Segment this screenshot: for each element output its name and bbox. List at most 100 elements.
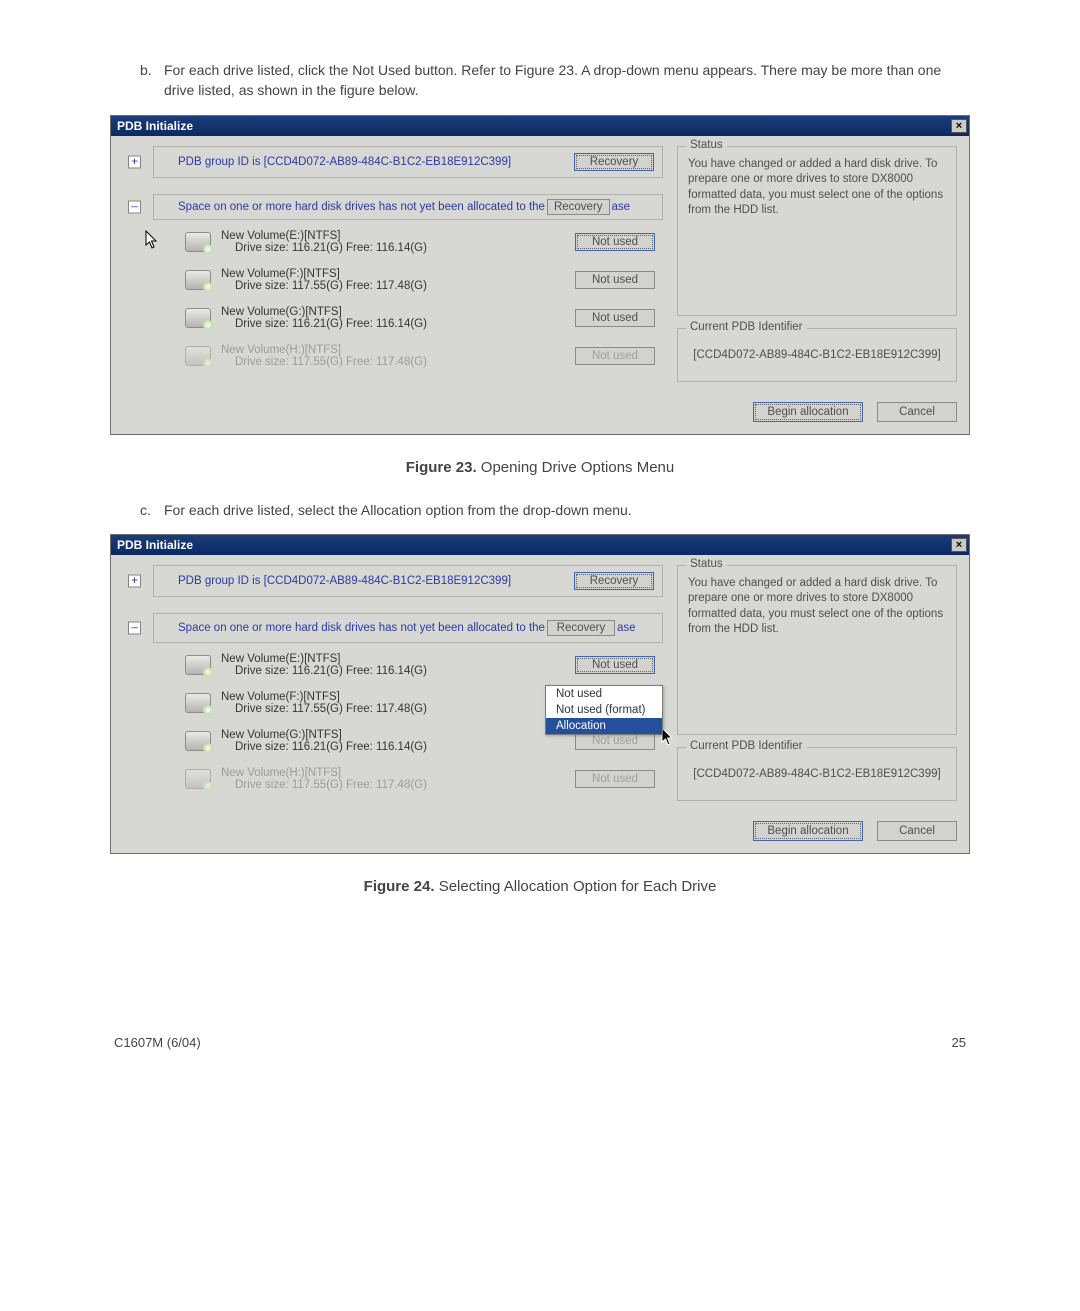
drive-sub: Drive size: 116.21(G) Free: 116.14(G) — [221, 242, 565, 254]
figure-label: Figure 24. — [364, 878, 435, 895]
close-icon[interactable]: × — [951, 538, 967, 552]
status-groupbox: Status You have changed or added a hard … — [677, 565, 957, 735]
drive-sub: Drive size: 117.55(G) Free: 117.48(G) — [221, 779, 565, 791]
pdb-initialize-window: PDB Initialize × + PDB group ID is [CCD4… — [110, 115, 970, 435]
identifier-legend: Current PDB Identifier — [686, 321, 807, 333]
drive-title: New Volume(F:)[NTFS] — [221, 268, 565, 280]
footer-right: 25 — [952, 1035, 966, 1050]
figure-text: Opening Drive Options Menu — [481, 459, 674, 476]
recovery-button-2[interactable]: Recovery — [547, 620, 615, 636]
identifier-groupbox: Current PDB Identifier [CCD4D072-AB89-48… — [677, 747, 957, 801]
cancel-button[interactable]: Cancel — [877, 402, 957, 422]
cancel-button[interactable]: Cancel — [877, 821, 957, 841]
pdb-group-row: + PDB group ID is [CCD4D072-AB89-484C-B1… — [153, 146, 663, 178]
drive-sub: Drive size: 117.55(G) Free: 117.48(G) — [221, 280, 565, 292]
not-used-button: Not used — [575, 770, 655, 788]
drive-sub: Drive size: 116.21(G) Free: 116.14(G) — [221, 318, 565, 330]
identifier-value: [CCD4D072-AB89-484C-B1C2-EB18E912C399] — [688, 768, 946, 780]
space-text: Space on one or more hard disk drives ha… — [178, 201, 545, 213]
instruction-b: b. For each drive listed, click the Not … — [110, 60, 970, 101]
drive-row: New Volume(H:)[NTFS] Drive size: 117.55(… — [181, 340, 663, 372]
space-text-suffix: ase — [612, 201, 631, 213]
space-row: – Space on one or more hard disk drives … — [153, 613, 663, 643]
pdb-group-id: PDB group ID is [CCD4D072-AB89-484C-B1C2… — [178, 575, 511, 587]
drive-icon — [185, 308, 211, 328]
not-used-button: Not used — [575, 347, 655, 365]
figure-label: Figure 23. — [406, 459, 477, 476]
drive-title: New Volume(H:)[NTFS] — [221, 344, 565, 356]
figure-caption: Figure 24. Selecting Allocation Option f… — [110, 878, 970, 895]
window-title: PDB Initialize — [117, 538, 193, 552]
drive-title: New Volume(E:)[NTFS] — [221, 653, 565, 665]
collapse-icon[interactable]: – — [128, 621, 141, 634]
figure-caption: Figure 23. Opening Drive Options Menu — [110, 459, 970, 476]
space-text: Space on one or more hard disk drives ha… — [178, 622, 545, 634]
figure-24: PDB Initialize × + PDB group ID is [CCD4… — [110, 534, 970, 895]
drive-title: New Volume(H:)[NTFS] — [221, 767, 565, 779]
recovery-button-2[interactable]: Recovery — [547, 199, 610, 215]
footer-left: C1607M (6/04) — [114, 1035, 201, 1050]
drive-icon — [185, 731, 211, 751]
drive-icon — [185, 655, 211, 675]
drive-sub: Drive size: 117.55(G) Free: 117.48(G) — [221, 703, 559, 715]
pdb-group-row: + PDB group ID is [CCD4D072-AB89-484C-B1… — [153, 565, 663, 597]
pdb-initialize-window: PDB Initialize × + PDB group ID is [CCD4… — [110, 534, 970, 854]
not-used-button[interactable]: Not used — [575, 271, 655, 289]
drive-title: New Volume(G:)[NTFS] — [221, 306, 565, 318]
drive-title: New Volume(G:)[NTFS] — [221, 729, 565, 741]
window-title: PDB Initialize — [117, 119, 193, 133]
figure-23: PDB Initialize × + PDB group ID is [CCD4… — [110, 115, 970, 476]
not-used-button[interactable]: Not used — [575, 656, 655, 674]
drive-icon — [185, 693, 211, 713]
instruction-c: c. For each drive listed, select the All… — [110, 500, 970, 520]
begin-allocation-button[interactable]: Begin allocation — [753, 402, 863, 422]
begin-allocation-button[interactable]: Begin allocation — [753, 821, 863, 841]
status-text: You have changed or added a hard disk dr… — [688, 157, 946, 219]
collapse-icon[interactable]: – — [128, 200, 141, 213]
menu-option-not-used-format[interactable]: Not used (format) — [546, 702, 662, 718]
cursor-icon — [661, 727, 677, 747]
drive-sub: Drive size: 117.55(G) Free: 117.48(G) — [221, 356, 565, 368]
drive-sub: Drive size: 116.21(G) Free: 116.14(G) — [221, 741, 565, 753]
status-legend: Status — [686, 558, 727, 570]
close-icon[interactable]: × — [951, 119, 967, 133]
expand-icon[interactable]: + — [128, 574, 141, 587]
drive-row: New Volume(H:)[NTFS] Drive size: 117.55(… — [181, 763, 663, 795]
status-text: You have changed or added a hard disk dr… — [688, 576, 946, 638]
drive-icon — [185, 346, 211, 366]
expand-icon[interactable]: + — [128, 155, 141, 168]
space-text-suffix: ase — [617, 622, 636, 634]
not-used-button[interactable]: Not used — [575, 309, 655, 327]
drive-row: New Volume(F:)[NTFS] Drive size: 117.55(… — [181, 264, 663, 296]
not-used-button[interactable]: Not used — [575, 233, 655, 251]
drive-row: New Volume(G:)[NTFS] Drive size: 116.21(… — [181, 302, 663, 334]
page-footer: C1607M (6/04) 25 — [110, 1035, 970, 1050]
drive-row: New Volume(E:)[NTFS] Drive size: 116.21(… — [181, 649, 663, 681]
drive-title: New Volume(F:)[NTFS] — [221, 691, 559, 703]
drive-icon — [185, 232, 211, 252]
menu-option-allocation[interactable]: Allocation — [546, 718, 662, 734]
drive-row: New Volume(E:)[NTFS] Drive size: 116.21(… — [181, 226, 663, 258]
pdb-group-id: PDB group ID is [CCD4D072-AB89-484C-B1C2… — [178, 156, 511, 168]
cursor-icon — [145, 230, 161, 250]
drive-icon — [185, 769, 211, 789]
figure-text: Selecting Allocation Option for Each Dri… — [439, 878, 717, 895]
titlebar: PDB Initialize × — [111, 116, 969, 136]
recovery-button[interactable]: Recovery — [574, 572, 654, 590]
status-legend: Status — [686, 139, 727, 151]
instruction-text: For each drive listed, click the Not Use… — [164, 60, 970, 101]
recovery-button[interactable]: Recovery — [574, 153, 654, 171]
instruction-letter: c. — [110, 500, 164, 520]
drive-icon — [185, 270, 211, 290]
drive-options-menu[interactable]: Not used Not used (format) Allocation — [545, 685, 663, 735]
drive-sub: Drive size: 116.21(G) Free: 116.14(G) — [221, 665, 565, 677]
drive-title: New Volume(E:)[NTFS] — [221, 230, 565, 242]
identifier-value: [CCD4D072-AB89-484C-B1C2-EB18E912C399] — [688, 349, 946, 361]
identifier-groupbox: Current PDB Identifier [CCD4D072-AB89-48… — [677, 328, 957, 382]
instruction-letter: b. — [110, 60, 164, 101]
titlebar: PDB Initialize × — [111, 535, 969, 555]
identifier-legend: Current PDB Identifier — [686, 740, 807, 752]
status-groupbox: Status You have changed or added a hard … — [677, 146, 957, 316]
instruction-text: For each drive listed, select the Alloca… — [164, 500, 970, 520]
menu-option-not-used[interactable]: Not used — [546, 686, 662, 702]
